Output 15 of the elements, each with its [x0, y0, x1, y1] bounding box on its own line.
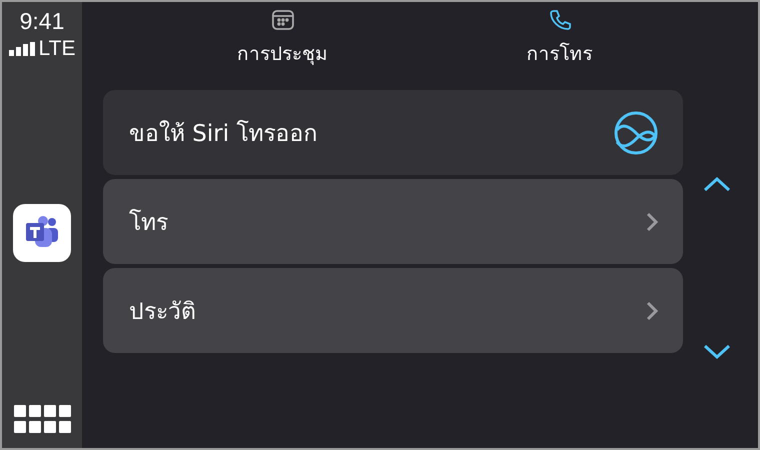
scroll-down-icon[interactable] [703, 344, 731, 360]
tab[interactable]: การโทร [421, 2, 698, 90]
network-label: LTE [38, 37, 76, 61]
teams-app-icon[interactable] [13, 204, 71, 262]
list-item[interactable]: ขอให้ Siri โทรออก [103, 90, 683, 175]
tab[interactable]: การประชุม [144, 2, 421, 90]
status-time: 9:41 [20, 8, 64, 35]
app-grid-icon[interactable] [13, 404, 71, 434]
chevron-right-icon [645, 300, 659, 322]
list-item[interactable]: ประวัติ [103, 268, 683, 353]
siri-icon [613, 110, 659, 156]
signal-icon [8, 42, 37, 56]
list-item[interactable]: โทร [103, 179, 683, 264]
scroll-up-icon[interactable] [703, 176, 731, 192]
chevron-right-icon [645, 210, 659, 232]
